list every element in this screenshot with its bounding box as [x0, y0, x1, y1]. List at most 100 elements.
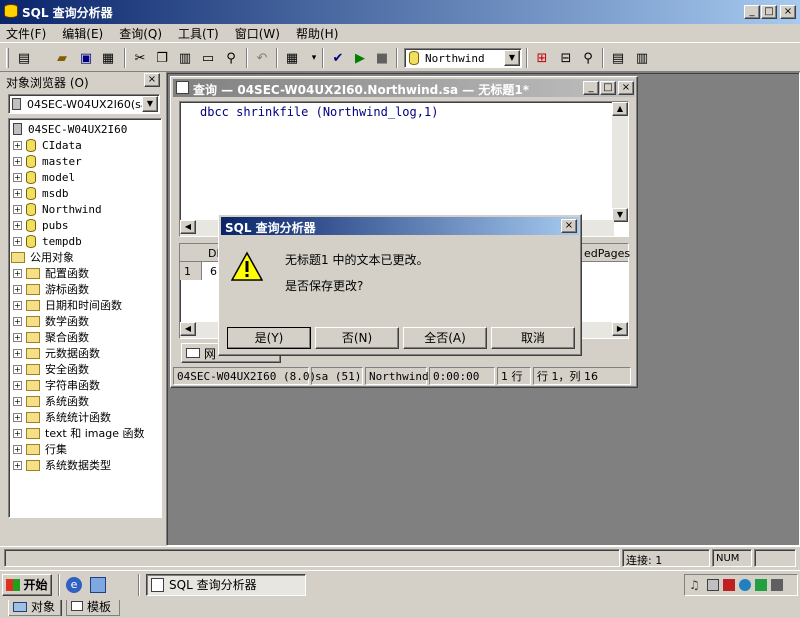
paste-icon[interactable]: ▥: [175, 48, 195, 68]
results-cell[interactable]: 6: [210, 265, 217, 278]
expand-icon[interactable]: +: [13, 444, 22, 454]
object-tree[interactable]: 04SEC-W04UX2I60 + CIdata + master + model +…: [8, 118, 162, 518]
speaker-icon[interactable]: ♫: [689, 578, 701, 592]
expand-icon[interactable]: +: [13, 396, 22, 406]
tree-folder-node[interactable]: + 安全函数: [13, 361, 89, 377]
expand-icon[interactable]: +: [13, 332, 22, 342]
properties-icon[interactable]: ▤: [608, 48, 628, 68]
expand-icon[interactable]: +: [13, 300, 22, 310]
expand-icon[interactable]: +: [13, 156, 22, 166]
open-icon[interactable]: ▰: [52, 48, 72, 68]
index-tuning-icon[interactable]: ⚲: [578, 48, 598, 68]
expand-icon[interactable]: +: [13, 348, 22, 358]
cancel-button[interactable]: 取消: [491, 327, 575, 349]
tree-folder-node[interactable]: + text 和 image 函数: [13, 425, 144, 441]
show-desktop-icon[interactable]: [90, 577, 106, 593]
taskbar-item-query-analyzer[interactable]: SQL 查询分析器: [146, 574, 306, 596]
start-button[interactable]: 开始: [2, 574, 52, 596]
object-search-icon[interactable]: ⊞: [532, 48, 552, 68]
tree-server-node[interactable]: 04SEC-W04UX2I60: [13, 121, 127, 137]
ie-icon[interactable]: e: [66, 577, 82, 593]
tree-db-node[interactable]: + CIdata: [13, 137, 82, 153]
menu-help[interactable]: 帮助(H): [296, 25, 338, 42]
tree-folder-node[interactable]: + 系统统计函数: [13, 409, 111, 425]
tree-folder-node[interactable]: + 字符串函数: [13, 377, 100, 393]
scroll-left-icon[interactable]: ◀: [180, 220, 196, 234]
tree-folder-node[interactable]: + 数学函数: [13, 313, 89, 329]
tree-db-node[interactable]: + Northwind: [13, 201, 102, 217]
execute-icon[interactable]: ▶: [350, 48, 370, 68]
tree-folder-node[interactable]: + 系统函数: [13, 393, 89, 409]
expand-icon[interactable]: +: [13, 236, 22, 246]
expand-icon[interactable]: +: [13, 316, 22, 326]
tree-folder-node[interactable]: + 行集: [13, 441, 67, 457]
tree-db-node[interactable]: + msdb: [13, 185, 69, 201]
no-to-all-button[interactable]: 全否(A): [403, 327, 487, 349]
query-code[interactable]: dbcc shrinkfile (Northwind_log,1): [200, 105, 438, 119]
scroll-right-icon[interactable]: ▶: [612, 322, 628, 336]
stop-icon[interactable]: ■: [372, 48, 392, 68]
clear-icon[interactable]: ▭: [198, 48, 218, 68]
tree-db-node[interactable]: + tempdb: [13, 233, 82, 249]
close-button[interactable]: ×: [780, 5, 796, 19]
expand-icon[interactable]: +: [13, 428, 22, 438]
menu-file[interactable]: 文件(F): [6, 25, 46, 42]
network-icon[interactable]: [739, 579, 751, 591]
tree-folder-node[interactable]: + 元数据函数: [13, 345, 100, 361]
expand-icon[interactable]: +: [13, 284, 22, 294]
tree-folder-node[interactable]: + 游标函数: [13, 281, 89, 297]
tree-folder-node[interactable]: + 聚合函数: [13, 329, 89, 345]
tray-monitor-icon[interactable]: [771, 579, 783, 591]
parse-icon[interactable]: ✔: [328, 48, 348, 68]
results-mode-dropdown-icon[interactable]: ▾: [304, 48, 324, 68]
expand-icon[interactable]: +: [13, 140, 22, 150]
sql-server-service-icon[interactable]: [707, 579, 719, 591]
scroll-left-icon[interactable]: ◀: [180, 322, 196, 336]
tree-db-node[interactable]: + master: [13, 153, 82, 169]
undo-icon[interactable]: ↶: [252, 48, 272, 68]
menu-tools[interactable]: 工具(T): [178, 25, 219, 42]
new-query-icon[interactable]: ▤: [14, 48, 34, 68]
scroll-up-icon[interactable]: ▲: [612, 102, 628, 116]
find-icon[interactable]: ⚲: [221, 48, 241, 68]
menu-query[interactable]: 查询(Q): [119, 25, 162, 42]
expand-icon[interactable]: +: [13, 220, 22, 230]
save-icon[interactable]: ▣: [76, 48, 96, 68]
expand-icon[interactable]: +: [13, 268, 22, 278]
database-select[interactable]: Northwind ▼: [404, 48, 522, 68]
expand-icon[interactable]: +: [13, 204, 22, 214]
object-browser-icon[interactable]: ▥: [632, 48, 652, 68]
results-mode-icon[interactable]: ▦: [282, 48, 302, 68]
tray-app-icon[interactable]: [755, 579, 767, 591]
tree-folder-node[interactable]: + 系统数据类型: [13, 457, 111, 473]
dialog-close-button[interactable]: ×: [561, 219, 577, 233]
query-maximize-button[interactable]: □: [600, 81, 616, 95]
expand-icon[interactable]: +: [13, 172, 22, 182]
object-browser-close-button[interactable]: ×: [144, 73, 160, 87]
expand-icon[interactable]: +: [13, 364, 22, 374]
query-minimize-button[interactable]: _: [583, 81, 599, 95]
tree-db-node[interactable]: + pubs: [13, 217, 69, 233]
expand-icon[interactable]: +: [13, 412, 22, 422]
cut-icon[interactable]: ✂: [130, 48, 150, 68]
tree-common-objects[interactable]: 公用对象: [11, 249, 74, 265]
copy-icon[interactable]: ❐: [152, 48, 172, 68]
menu-edit[interactable]: 编辑(E): [62, 25, 103, 42]
query-close-button[interactable]: ×: [618, 81, 634, 95]
chevron-down-icon[interactable]: ▼: [142, 96, 158, 112]
expand-icon[interactable]: +: [13, 380, 22, 390]
no-button[interactable]: 否(N): [315, 327, 399, 349]
estimated-plan-icon[interactable]: ⊟: [556, 48, 576, 68]
antivirus-icon[interactable]: [723, 579, 735, 591]
tree-folder-node[interactable]: + 日期和时间函数: [13, 297, 122, 313]
maximize-button[interactable]: □: [761, 5, 777, 19]
editor-vertical-scrollbar[interactable]: ▲ ▼: [612, 102, 628, 222]
minimize-button[interactable]: _: [744, 5, 760, 19]
menu-window[interactable]: 窗口(W): [235, 25, 280, 42]
tree-folder-node[interactable]: + 配置函数: [13, 265, 89, 281]
expand-icon[interactable]: +: [13, 460, 22, 470]
expand-icon[interactable]: +: [13, 188, 22, 198]
scroll-down-icon[interactable]: ▼: [612, 208, 628, 222]
server-select[interactable]: 04SEC-W04UX2I60(sa) ▼: [8, 94, 160, 114]
tree-db-node[interactable]: + model: [13, 169, 75, 185]
